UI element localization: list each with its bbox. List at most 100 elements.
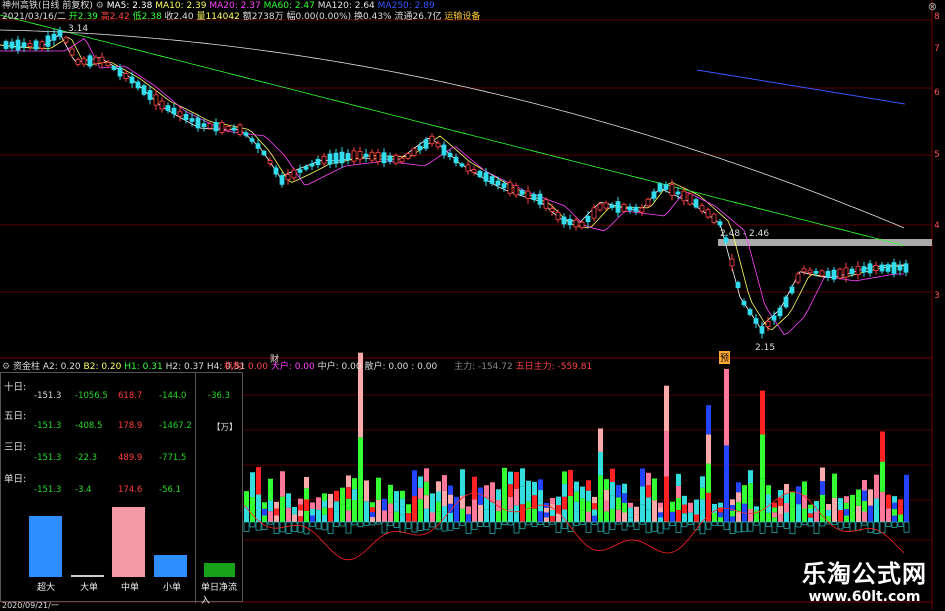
fund-bar-negative [783,521,790,529]
fund-bar [550,497,555,504]
fund-bar-negative [705,521,712,530]
candle [687,193,693,205]
fund-bar-negative [855,521,862,531]
ma10-label: MA10: 2.39 [155,1,207,11]
candle [123,73,129,79]
fund-bar [256,494,261,522]
candle [831,269,837,280]
ind-sh: 散户: 0.00 [364,362,409,372]
fund-bar [658,512,663,518]
candle [783,296,789,308]
candle [423,139,429,149]
fund-bar-negative [777,521,784,527]
fund-bar [808,517,813,522]
candle [873,265,879,271]
fund-bar [694,507,699,515]
fund-bar [748,509,753,522]
candle [663,184,669,190]
candle [525,190,531,199]
fund-bar [448,512,453,522]
fund-bar [562,509,567,522]
fund-bar [604,500,609,512]
fund-bar [574,501,579,512]
fund-bar [550,509,555,516]
fund-bars [243,352,910,561]
cell: 174.6 [118,485,143,495]
fund-bar [610,482,615,496]
ma120-label: MA120: 2.64 [317,1,375,11]
forecast-marker[interactable]: 预 [719,351,731,364]
fund-bar [658,517,663,522]
candle [411,148,417,156]
fund-bar [694,514,699,522]
fund-bar-negative [657,521,664,534]
indicator-name[interactable]: 资金柱 [13,362,40,372]
settings-icon[interactable]: ⚙ [96,1,104,11]
candle [633,206,639,212]
fund-bar [658,502,663,508]
candle [705,209,711,218]
fund-bar [772,502,777,508]
fund-bar [304,476,309,489]
row-label: 单日: [4,474,27,485]
fund-bar-negative [741,521,748,533]
fund-bar [244,506,249,522]
candle [495,180,501,186]
fund-bar [586,480,591,491]
cell: -1467.2 [159,421,192,431]
fund-bar-negative [807,521,814,527]
fund-bar-negative [315,521,322,530]
candle [555,211,561,221]
ind-zh: 中户: 0.00 [317,362,362,372]
candle [369,151,375,161]
fund-bar-negative [417,521,424,531]
candle [885,264,891,272]
quote-amount: 额2738万 [242,12,284,22]
fund-bar-negative [333,521,340,527]
fund-bar [730,499,735,506]
fund-bar [496,489,501,501]
candle [183,113,189,121]
fund-bar [754,518,759,522]
ma5-label: MA5: 2.38 [106,1,153,11]
fund-bar-negative [345,521,352,534]
fund-bar [826,516,831,522]
fund-bar [838,498,843,511]
fund-bar [304,510,309,522]
fund-bar-negative [633,521,640,530]
fund-bar [346,487,351,499]
fund-bar [886,494,891,509]
candle [447,152,453,158]
quote-float-cap: 流通26.7亿 [394,12,442,22]
fund-bar [616,485,621,498]
fund-bar [688,502,693,513]
fund-bar [466,506,471,515]
candle [483,172,489,182]
flow-bar [154,554,187,577]
candle [255,143,261,149]
candle [651,191,657,199]
fund-bar-negative [585,521,592,533]
fund-bar [850,508,855,522]
quote-sector[interactable]: 运输设备 [444,12,480,22]
fund-bar [292,514,297,522]
fund-bar [592,503,597,510]
fund-bar [274,515,279,522]
fund-bar [442,490,447,507]
fund-bar [718,512,723,518]
fund-bar-negative [837,521,844,530]
fund-bar [682,495,687,505]
fund-bar [418,476,423,488]
fund-bar-negative [681,521,688,528]
fund-bar-negative [453,521,460,529]
settings-icon[interactable]: ⚙ [2,362,10,372]
candle [129,76,135,84]
candle [243,132,249,136]
fund-bar [544,512,549,518]
fund-bar [472,476,477,500]
candle [57,30,63,37]
candle [645,198,651,207]
fund-bar [652,500,657,522]
fund-bar-negative [603,521,610,534]
candle [237,124,243,135]
